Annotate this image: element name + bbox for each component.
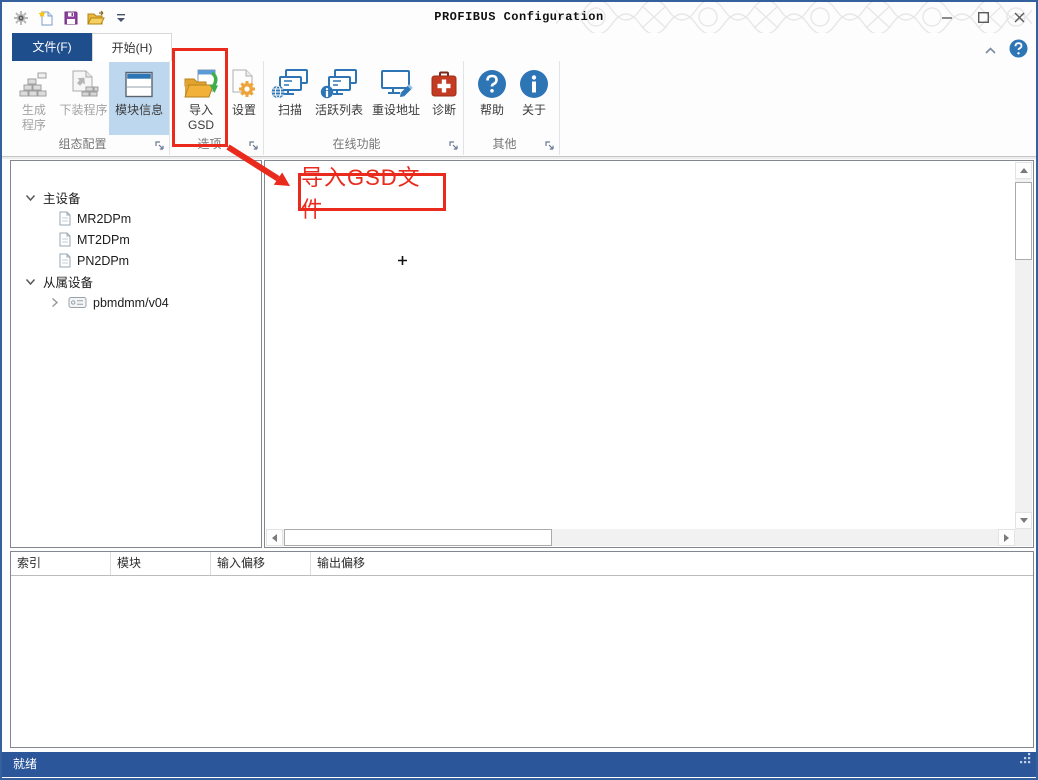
active-list-button[interactable]: 活跃列表 xyxy=(311,62,367,135)
tree-item-label: pbmdmm/v04 xyxy=(93,296,169,310)
help-question-icon xyxy=(477,65,507,103)
tree-item-device[interactable]: PN2DPm xyxy=(11,250,261,271)
about-info-icon xyxy=(519,65,549,103)
slave-module-icon xyxy=(68,296,87,309)
title-bar: PROFIBUS Configuration xyxy=(2,2,1036,33)
table-header-row: 索引 模块 输入偏移 输出偏移 xyxy=(11,552,1033,576)
window-title: PROFIBUS Configuration xyxy=(2,10,1036,24)
close-button[interactable] xyxy=(1012,10,1026,24)
about-button[interactable]: 关于 xyxy=(514,62,554,135)
annotation-label: 导入GSD文件 xyxy=(298,173,446,211)
app-window: PROFIBUS Configuration 文件(F) 开始(H) xyxy=(0,0,1038,780)
button-label: 重设地址 xyxy=(372,103,420,118)
tree-item-device[interactable]: MR2DPm xyxy=(11,208,261,229)
scan-monitors-globe-icon xyxy=(271,65,309,103)
tree-item-label: MT2DPm xyxy=(77,233,130,247)
button-label: 生成 xyxy=(22,103,46,118)
chevron-right-icon[interactable] xyxy=(49,297,61,308)
generate-program-button[interactable]: 生成 程序 xyxy=(10,62,58,135)
maximize-button[interactable] xyxy=(976,10,990,24)
dialog-launcher-icon[interactable] xyxy=(544,140,556,152)
column-header-output-offset[interactable]: 输出偏移 xyxy=(311,552,1033,575)
ribbon-group-online: 扫描 活跃列表 xyxy=(264,61,464,155)
settings-gear-icon xyxy=(230,65,258,103)
scroll-right-button[interactable] xyxy=(998,529,1015,546)
tab-home[interactable]: 开始(H) xyxy=(92,33,172,61)
button-label: 活跃列表 xyxy=(315,103,363,118)
red-highlight-box xyxy=(172,48,228,147)
scrollbar-corner xyxy=(1015,529,1032,546)
button-label: 模块信息 xyxy=(115,103,163,118)
button-label: 设置 xyxy=(232,103,256,118)
column-header-input-offset[interactable]: 输入偏移 xyxy=(211,552,311,575)
bricks-icon xyxy=(19,65,49,103)
active-list-monitors-info-icon xyxy=(320,65,358,103)
tree-item-slave-module[interactable]: pbmdmm/v04 xyxy=(11,292,261,313)
device-page-icon xyxy=(59,232,71,247)
tree-item-slave-devices[interactable]: 从属设备 xyxy=(11,271,261,292)
button-label: 下装程序 xyxy=(60,103,108,118)
crosshair-mark-icon xyxy=(398,252,407,270)
tree-item-label: PN2DPm xyxy=(77,254,129,268)
ribbon-tab-row: 文件(F) 开始(H) xyxy=(2,33,1036,61)
download-program-button[interactable]: 下装程序 xyxy=(58,62,110,135)
red-arrow-icon xyxy=(224,142,304,197)
ribbon-group-other: 帮助 关于 其他 xyxy=(464,61,560,155)
tab-file[interactable]: 文件(F) xyxy=(12,33,92,61)
vertical-scrollbar[interactable] xyxy=(1015,162,1032,529)
ribbon-help-button[interactable] xyxy=(1009,39,1028,63)
table-body xyxy=(11,576,1033,748)
resize-grip[interactable] xyxy=(1020,748,1031,773)
scroll-down-button[interactable] xyxy=(1015,512,1032,529)
ribbon-group-config: 生成 程序 xyxy=(10,61,170,155)
tree-item-label: 从属设备 xyxy=(43,272,93,291)
module-info-icon xyxy=(124,65,154,103)
reset-address-button[interactable]: 重设地址 xyxy=(367,62,425,135)
device-tree-panel: 主设备 MR2DPm MT2DPm PN2DPm 从属设备 xyxy=(10,160,262,548)
tree-item-device[interactable]: MT2DPm xyxy=(11,229,261,250)
device-page-icon xyxy=(59,253,71,268)
scroll-left-button[interactable] xyxy=(266,529,283,546)
group-label-config: 组态配置 xyxy=(10,135,155,152)
horizontal-scrollbar[interactable] xyxy=(266,529,1015,546)
button-label: 关于 xyxy=(522,103,546,118)
column-header-module[interactable]: 模块 xyxy=(111,552,211,575)
horizontal-scroll-thumb[interactable] xyxy=(284,529,552,546)
scroll-up-button[interactable] xyxy=(1015,162,1032,179)
window-controls xyxy=(940,10,1026,24)
reset-address-monitor-pencil-icon xyxy=(377,65,415,103)
minimize-button[interactable] xyxy=(940,10,954,24)
settings-button[interactable]: 设置 xyxy=(226,62,262,135)
button-label: 扫描 xyxy=(278,103,302,118)
vertical-scroll-thumb[interactable] xyxy=(1015,182,1032,260)
button-label: 帮助 xyxy=(480,103,504,118)
group-label-other: 其他 xyxy=(464,135,545,152)
dialog-launcher-icon[interactable] xyxy=(154,140,166,152)
chevron-down-icon[interactable] xyxy=(24,194,36,202)
download-program-icon xyxy=(69,65,99,103)
diagnosis-firstaid-icon xyxy=(430,65,458,103)
status-bar: 就绪 xyxy=(2,752,1036,777)
chevron-down-icon[interactable] xyxy=(24,278,36,286)
module-info-button[interactable]: 模块信息 xyxy=(109,62,169,135)
status-text: 就绪 xyxy=(13,757,37,771)
ribbon: 生成 程序 xyxy=(2,61,1036,157)
scan-button[interactable]: 扫描 xyxy=(269,62,311,135)
collapse-ribbon-button[interactable] xyxy=(984,42,997,60)
module-table-panel: 索引 模块 输入偏移 输出偏移 xyxy=(10,551,1034,748)
diagnosis-button[interactable]: 诊断 xyxy=(425,62,463,135)
dialog-launcher-icon[interactable] xyxy=(448,140,460,152)
device-page-icon xyxy=(59,211,71,226)
tree-item-label: 主设备 xyxy=(43,188,81,207)
help-button[interactable]: 帮助 xyxy=(470,62,514,135)
button-label: 程序 xyxy=(22,118,46,133)
column-header-index[interactable]: 索引 xyxy=(11,552,111,575)
tree-item-label: MR2DPm xyxy=(77,212,131,226)
button-label: 诊断 xyxy=(432,103,456,118)
